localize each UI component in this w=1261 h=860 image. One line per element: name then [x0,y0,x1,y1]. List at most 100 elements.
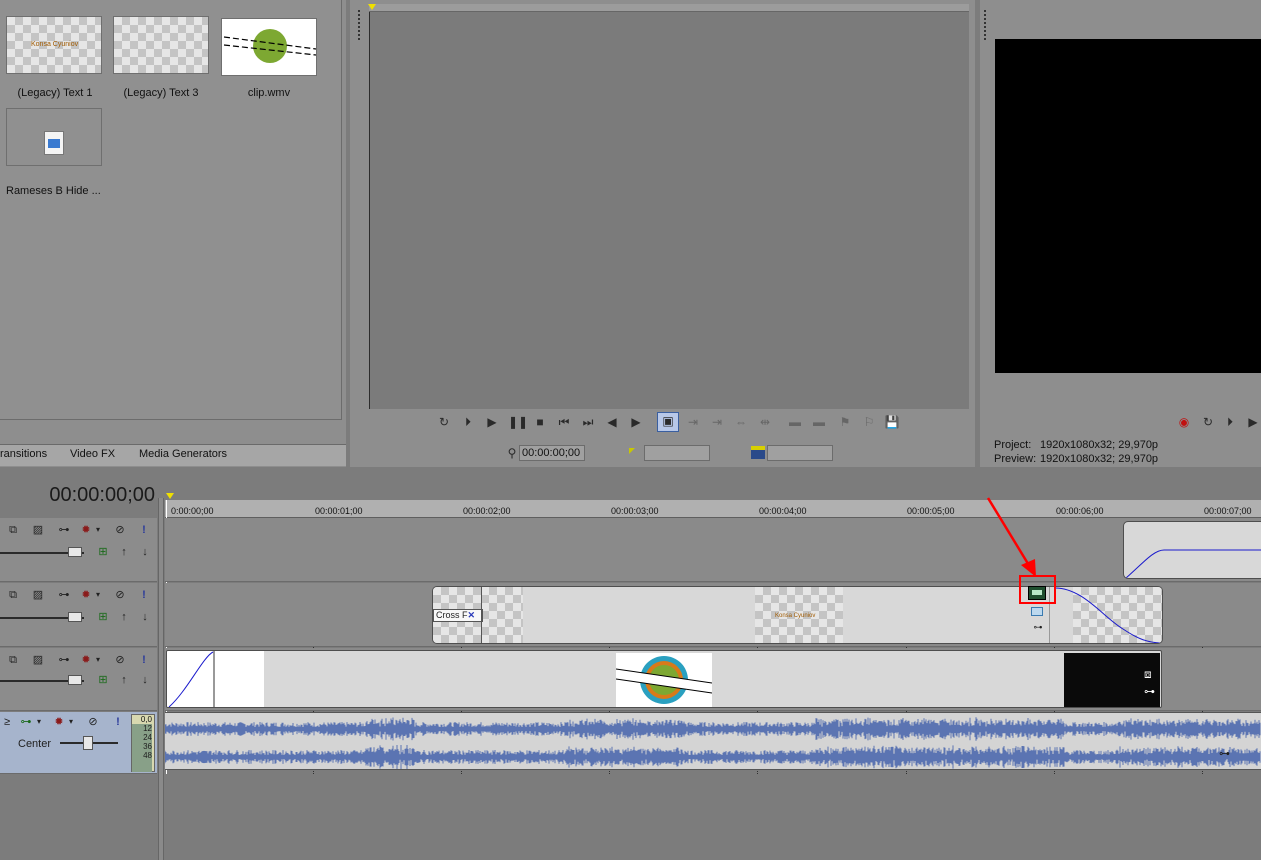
slider-handle[interactable] [68,612,82,622]
trimmer-timecode[interactable]: 00:00:00;00 [519,445,585,461]
expand-up-icon[interactable]: ↑ [117,673,131,687]
pan-crop-icon[interactable] [1031,607,1043,616]
track-fx-icon[interactable]: ▨ [31,653,45,667]
gear-icon[interactable]: ✹ [52,715,66,729]
split-icon[interactable]: ⇹ [757,414,773,430]
audio-only-icon[interactable]: ▬ [811,414,827,430]
compositing-mode-icon[interactable]: ⊶ [55,653,73,667]
video-clip-track1[interactable] [1123,521,1261,579]
track-icon: ≥ [3,716,11,728]
clip-fx-icon[interactable]: ⊶ [1144,685,1160,698]
gear-icon[interactable]: ✹ [79,588,93,602]
chevron-down-icon[interactable]: ▾ [94,523,102,537]
stop-icon[interactable]: ■ [532,414,548,430]
expand-down-icon[interactable]: ↓ [138,610,152,624]
play-icon[interactable]: ▶ [1245,414,1261,430]
go-to-end-icon[interactable]: ⏭ [580,414,596,430]
media-thumb-text-3[interactable] [113,16,209,74]
play-from-start-icon[interactable]: ⏵ [460,414,476,430]
slider-handle[interactable] [68,675,82,685]
trimmer-mode-icon[interactable]: ▣ [657,412,679,432]
panel-grip[interactable] [358,10,362,40]
tab-transitions[interactable]: ransitions [0,448,47,460]
ruler-label: 00:00:03;00 [611,506,659,516]
track-lane-1[interactable] [165,518,1261,582]
media-list[interactable]: Konsa Cyuniov (Legacy) Text 1 (Legacy) T… [0,0,342,420]
generated-media-icon[interactable]: ⊞ [96,545,110,559]
track-header-1[interactable]: ⧉ ▨ ⊶ ✹ ▾ ⊘ ! ⊞ ↑ ↓ [0,518,157,582]
expand-up-icon[interactable]: ↑ [117,545,131,559]
media-thumb-audio[interactable] [6,108,102,166]
mute-icon[interactable]: ⊘ [113,588,127,602]
track-motion-icon[interactable]: ⧉ [6,588,20,602]
video-clip-track3[interactable]: ⧈ ⊶ [166,650,1162,708]
add-to-timeline-icon[interactable]: ⇥ [685,414,701,430]
tab-media-generators[interactable]: Media Generators [139,448,227,460]
track-motion-icon[interactable]: ⧉ [6,523,20,537]
chevron-down-icon[interactable]: ▾ [35,715,43,729]
mute-icon[interactable]: ⊘ [113,523,127,537]
fade-envelope[interactable] [1124,522,1261,579]
gear-icon[interactable]: ✹ [79,653,93,667]
trimmer-display[interactable] [369,12,969,409]
track-header-2[interactable]: ⧉ ▨ ⊶ ✹ ▾ ⊘ ! ⊞ ↑ ↓ [0,583,157,647]
media-thumb-clip[interactable] [221,18,317,76]
selection-start-field[interactable] [644,445,710,461]
selection-length-field[interactable] [767,445,833,461]
play-icon[interactable]: ▶ [484,414,500,430]
save-frame-icon[interactable]: 💾 [884,414,900,430]
gear-icon[interactable]: ✹ [79,523,93,537]
audio-track-header[interactable]: ≥ ⊶ ▾ ✹ ▾ ⊘ ! Center 0,0 12 24 36 48 [0,712,157,774]
solo-icon[interactable]: ! [137,523,151,537]
solo-icon[interactable]: ! [111,715,125,729]
loop-icon[interactable]: ↻ [436,414,452,430]
preview-display[interactable] [995,39,1261,373]
next-frame-icon[interactable]: ▶ [628,414,644,430]
expand-down-icon[interactable]: ↓ [138,673,152,687]
compositing-mode-icon[interactable]: ⊶ [55,523,73,537]
compositing-mode-icon[interactable]: ⊶ [17,715,35,729]
region-icon[interactable]: ⚐ [861,414,877,430]
panel-grip[interactable] [984,10,988,40]
media-thumb-text-1[interactable]: Konsa Cyuniov [6,16,102,74]
track-fx-icon[interactable]: ▨ [31,523,45,537]
slider-handle[interactable] [68,547,82,557]
expand-up-icon[interactable]: ↑ [117,610,131,624]
trimmer-ruler[interactable] [369,4,969,12]
play-from-start-icon[interactable]: ⏵ [1222,414,1238,430]
pause-icon[interactable]: ❚❚ [508,414,528,430]
pan-crop-icon[interactable]: ⧈ [1144,667,1158,681]
track-motion-icon[interactable]: ⧉ [6,653,20,667]
marker-icon [368,4,376,10]
fit-to-fill-icon[interactable]: ⇔ [733,414,749,430]
chevron-down-icon[interactable]: ▾ [67,715,75,729]
add-before-icon[interactable]: ⇥ [709,414,725,430]
track-header-3[interactable]: ⧉ ▨ ⊶ ✹ ▾ ⊘ ! ⊞ ↑ ↓ [0,648,157,711]
video-only-icon[interactable]: ▬ [787,414,803,430]
mute-icon[interactable]: ⊘ [86,715,100,729]
chevron-down-icon[interactable]: ▾ [94,653,102,667]
fade-in-envelope[interactable] [167,651,264,708]
clip-fx-icon[interactable]: ⊶ [1031,622,1045,632]
track-fx-icon[interactable]: ▨ [31,588,45,602]
solo-icon[interactable]: ! [137,653,151,667]
empty-timeline-area[interactable] [165,774,1261,860]
track-list-splitter[interactable] [158,498,164,860]
slider-handle[interactable] [83,736,93,750]
generated-media-icon[interactable]: ⊞ [96,673,110,687]
generated-media-icon[interactable]: ⊞ [96,610,110,624]
audio-clip[interactable]: ⊶ [164,712,1261,770]
record-icon[interactable]: ◉ [1176,414,1192,430]
tab-video-fx[interactable]: Video FX [70,448,115,460]
chevron-down-icon[interactable]: ▾ [94,588,102,602]
go-to-start-icon[interactable]: ⏮ [556,414,572,430]
solo-icon[interactable]: ! [137,588,151,602]
expand-down-icon[interactable]: ↓ [138,545,152,559]
clip-fx-icon[interactable]: ⊶ [1219,747,1230,760]
marker-flag-icon[interactable]: ⚑ [837,414,853,430]
compositing-mode-icon[interactable]: ⊶ [55,588,73,602]
timeline-ruler[interactable]: 0:00:00;00 00:00:01;00 00:00:02;00 00:00… [165,500,1261,518]
previous-frame-icon[interactable]: ◀ [604,414,620,430]
loop-icon[interactable]: ↻ [1200,414,1216,430]
mute-icon[interactable]: ⊘ [113,653,127,667]
